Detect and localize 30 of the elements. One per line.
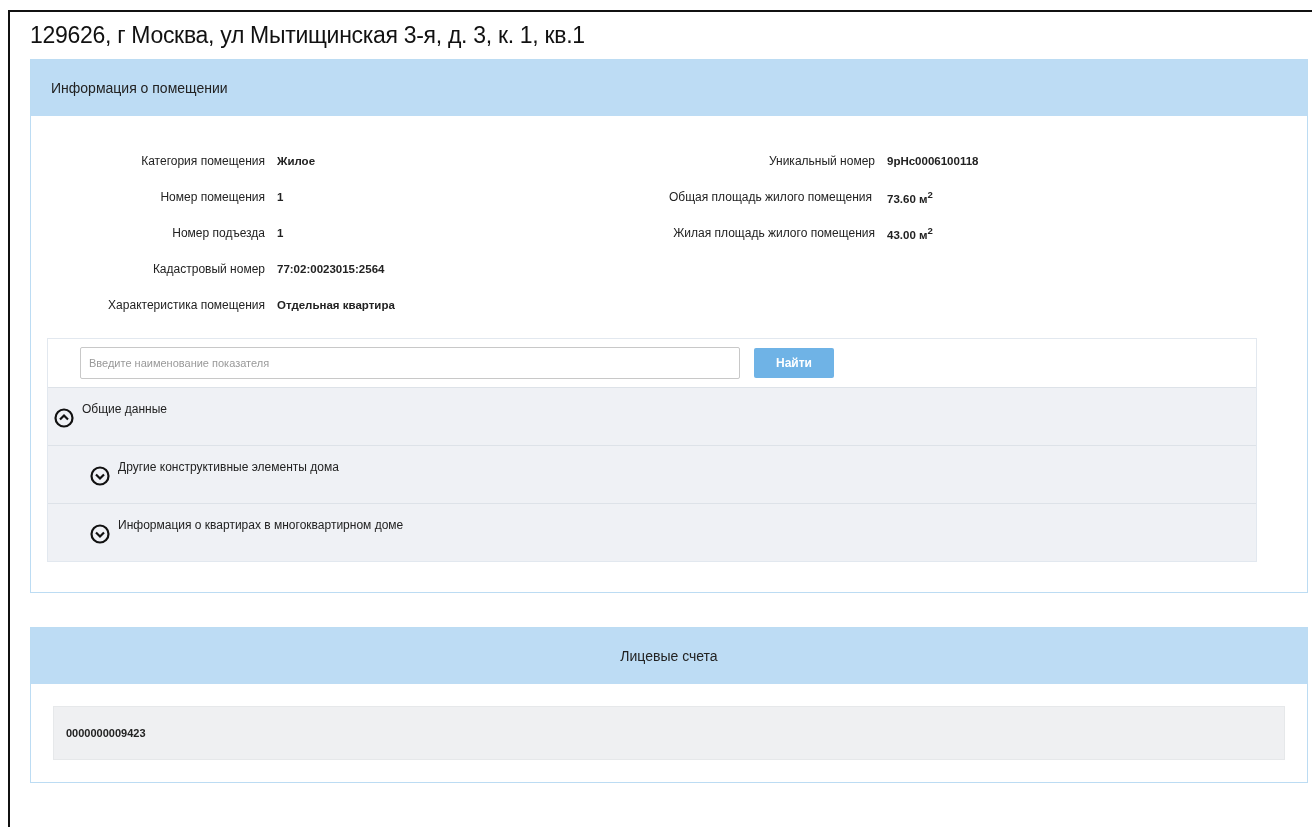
field-value: Отдельная квартира <box>277 299 396 311</box>
field-value: Жилое <box>277 155 317 167</box>
field-label: Кадастровый номер <box>151 262 265 276</box>
field-label: Уникальный номер <box>767 154 875 168</box>
field-label: Характеристика помещения <box>107 298 265 312</box>
tree-label: Общие данные <box>82 402 168 416</box>
panel-title: Лицевые счета <box>620 648 718 664</box>
field-value: 73.60 м$^{2}$ <box>887 189 934 205</box>
field-label: Номер подъезда <box>171 226 265 240</box>
field-label: Номер помещения <box>159 190 265 204</box>
tree-label: Другие конструктивные элементы дома <box>118 460 339 474</box>
account-row[interactable]: 0000000009423 <box>53 706 1285 760</box>
search-field[interactable]: Введите наименование показателя <box>80 347 740 379</box>
field-value: 9рНс0006100118 <box>887 155 980 167</box>
tree-row[interactable]: Общие данные <box>48 387 1256 445</box>
field-label: Жилая площадь жилого помещения <box>672 226 875 240</box>
chevron-down-icon[interactable] <box>90 524 110 544</box>
field-value: 43.00 м$^{2}$ <box>887 225 934 241</box>
chevron-up-icon[interactable] <box>54 408 74 428</box>
tree-label: Информация о квартирах в многоквартирном доме <box>118 518 404 532</box>
tree-row[interactable]: Информация о квартирах в многоквартирном доме <box>48 503 1256 561</box>
field-value: 1 <box>277 191 285 203</box>
chevron-down-icon[interactable] <box>90 466 110 486</box>
field-label: Категория помещения <box>140 154 265 168</box>
field-label: Общая площадь жилого помещения <box>669 190 874 204</box>
page-title: 129626, г Москва, ул Мытищинская 3-я, д. 3, к. 1, кв.1 <box>30 22 586 49</box>
field-value: 1 <box>277 227 285 239</box>
tree-row[interactable]: Другие конструктивные элементы дома <box>48 445 1256 503</box>
panel-title: Информация о помещении <box>51 80 228 96</box>
field-value: 77:02:0023015:2564 <box>277 263 386 275</box>
